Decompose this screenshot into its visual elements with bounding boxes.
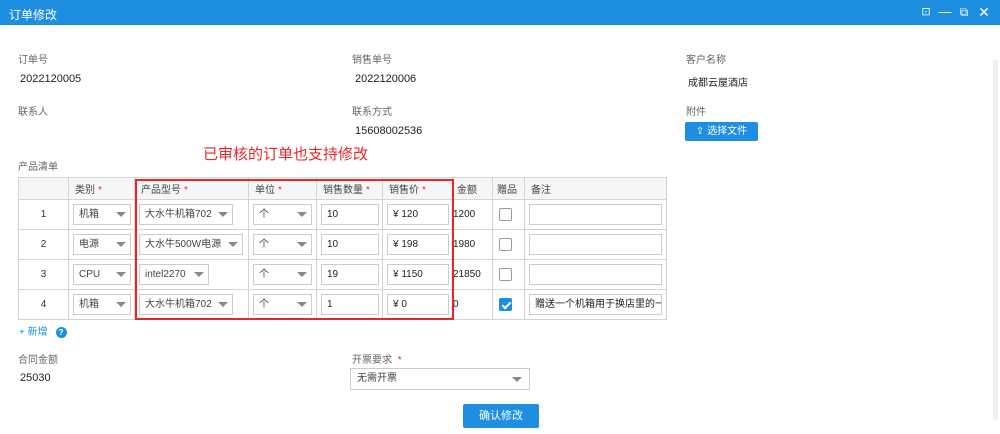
gift-checkbox[interactable]: [499, 238, 512, 251]
row-index: 4: [18, 289, 69, 320]
screen-icon[interactable]: ⊡: [918, 4, 934, 20]
chevron-down-icon: [116, 212, 126, 217]
help-icon[interactable]: ?: [55, 327, 67, 338]
window-title: 订单修改: [9, 8, 58, 22]
col-category: 类别 *: [68, 177, 135, 200]
amount-value: 21850: [452, 259, 493, 290]
annotation-text: 已审核的订单也支持修改: [203, 146, 369, 163]
col-amount: 金额: [452, 177, 493, 200]
maximize-icon[interactable]: ⧉: [956, 4, 972, 20]
minimize-icon[interactable]: —: [937, 4, 953, 20]
order-no-label: 订单号: [18, 55, 48, 66]
row-index: 3: [18, 259, 69, 290]
invoice-select[interactable]: 无需开票: [350, 368, 530, 390]
note-input[interactable]: [529, 234, 662, 255]
scrollbar[interactable]: [993, 60, 998, 420]
note-input[interactable]: [529, 204, 662, 225]
category-select[interactable]: 机箱: [73, 204, 131, 225]
choose-file-button[interactable]: ⇪ 选择文件: [685, 122, 758, 141]
chevron-down-icon: [512, 377, 522, 382]
col-note: 备注: [524, 177, 667, 200]
phone-value: 15608002536: [355, 125, 423, 137]
add-row-button[interactable]: + 新增?: [19, 323, 67, 338]
product-list-label: 产品清单: [18, 162, 58, 173]
sales-no-label: 销售单号: [352, 55, 392, 66]
phone-label: 联系方式: [352, 107, 392, 118]
invoice-label: 开票要求 *: [352, 355, 402, 366]
chevron-down-icon: [116, 302, 126, 307]
order-no-value: 2022120005: [20, 73, 82, 85]
contract-amount-value: 25030: [20, 372, 51, 384]
attachment-label: 附件: [686, 107, 706, 118]
note-input[interactable]: 赠送一个机箱用于换店里的一: [529, 294, 662, 315]
highlight-box: [135, 179, 454, 320]
col-gift: 赠品: [492, 177, 525, 200]
contract-amount-label: 合同金额: [18, 355, 58, 366]
category-select[interactable]: CPU: [73, 264, 131, 285]
category-select[interactable]: 机箱: [73, 294, 131, 315]
gift-checkbox[interactable]: [499, 298, 512, 311]
gift-checkbox[interactable]: [499, 268, 512, 281]
contact-label: 联系人: [18, 107, 48, 118]
close-icon[interactable]: ✕: [976, 4, 992, 20]
customer-value: 成都云屋酒店: [688, 78, 748, 89]
confirm-button[interactable]: 确认修改: [463, 404, 539, 428]
title-bar: 订单修改 ⊡ — ⧉ ✕: [0, 0, 1000, 25]
chevron-down-icon: [116, 272, 126, 277]
row-index: 1: [18, 199, 69, 230]
gift-checkbox[interactable]: [499, 208, 512, 221]
chevron-down-icon: [116, 242, 126, 247]
amount-value: 0: [452, 289, 493, 320]
sales-no-value: 2022120006: [355, 73, 417, 85]
customer-label: 客户名称: [686, 55, 726, 66]
note-input[interactable]: [529, 264, 662, 285]
col-index: [18, 177, 69, 200]
amount-value: 1980: [452, 229, 493, 260]
amount-value: 1200: [452, 199, 493, 230]
category-select[interactable]: 电源: [73, 234, 131, 255]
row-index: 2: [18, 229, 69, 260]
